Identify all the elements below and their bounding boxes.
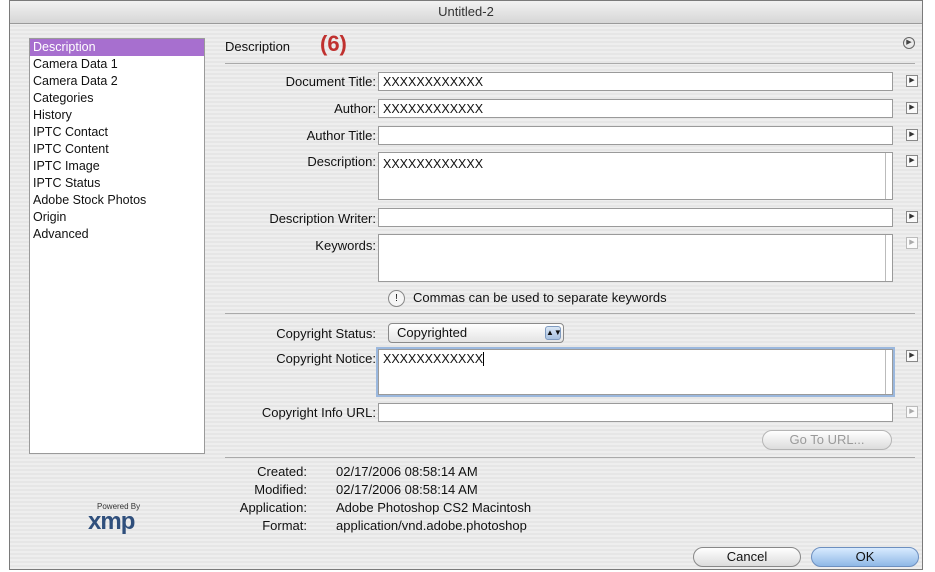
copyright-status-label: Copyright Status: xyxy=(276,326,376,341)
created-value: 02/17/2006 08:58:14 AM xyxy=(336,464,478,479)
format-value: application/vnd.adobe.photoshop xyxy=(336,518,527,533)
copyright-info-url-label: Copyright Info URL: xyxy=(261,405,376,420)
copyright-notice-field[interactable]: XXXXXXXXXXXX xyxy=(378,349,893,395)
sidebar-item-origin[interactable]: Origin xyxy=(30,209,204,226)
field-popup-arrow-icon[interactable]: ▶ xyxy=(906,350,918,362)
info-icon: ! xyxy=(388,290,405,308)
created-label: Created: xyxy=(257,464,307,479)
copyright-status-select[interactable]: Copyrighted ▲▼ xyxy=(388,323,564,343)
sidebar-item-iptc-image[interactable]: IPTC Image xyxy=(30,158,204,175)
document-title-field[interactable]: XXXXXXXXXXXX xyxy=(378,72,893,91)
application-value: Adobe Photoshop CS2 Macintosh xyxy=(336,500,532,515)
field-popup-arrow-icon[interactable]: ▶ xyxy=(906,211,918,223)
format-label: Format: xyxy=(262,518,307,533)
modified-label: Modified: xyxy=(254,482,307,497)
xmp-logo: xmp xyxy=(88,508,135,535)
keywords-hint-text: Commas can be used to separate keywords xyxy=(413,290,667,305)
field-popup-arrow-icon[interactable]: ▶ xyxy=(906,155,918,167)
field-popup-arrow-icon: ▶ xyxy=(906,406,918,418)
modified-value: 02/17/2006 08:58:14 AM xyxy=(336,482,478,497)
sidebar-item-camera-data-2[interactable]: Camera Data 2 xyxy=(30,73,204,90)
author-label: Author: xyxy=(334,101,376,116)
field-popup-arrow-icon[interactable]: ▶ xyxy=(906,102,918,114)
copyright-notice-value: XXXXXXXXXXXX xyxy=(383,352,484,366)
annotation-number: (6) xyxy=(320,31,347,56)
description-field[interactable]: XXXXXXXXXXXX xyxy=(378,152,893,200)
keywords-label: Keywords: xyxy=(315,238,376,253)
keywords-field[interactable] xyxy=(378,234,893,282)
application-label: Application: xyxy=(239,500,307,515)
description-label: Description: xyxy=(307,154,376,169)
cancel-button[interactable]: Cancel xyxy=(693,547,801,567)
file-info-dialog: Untitled-2 Description Camera Data 1 Cam… xyxy=(9,0,923,570)
sidebar-item-history[interactable]: History xyxy=(30,107,204,124)
description-value: XXXXXXXXXXXX xyxy=(383,157,484,171)
field-popup-arrow-icon[interactable]: ▶ xyxy=(906,129,918,141)
text-cursor xyxy=(483,352,485,366)
description-scrollbar[interactable] xyxy=(885,153,886,199)
sidebar-item-categories[interactable]: Categories xyxy=(30,90,204,107)
section-divider xyxy=(225,313,915,314)
copyright-info-url-field[interactable] xyxy=(378,403,893,422)
sidebar-item-camera-data-1[interactable]: Camera Data 1 xyxy=(30,56,204,73)
select-arrows-icon: ▲▼ xyxy=(545,326,562,340)
sidebar-item-iptc-status[interactable]: IPTC Status xyxy=(30,175,204,192)
sidebar-item-description[interactable]: Description xyxy=(30,39,204,56)
footer-divider xyxy=(225,457,915,458)
keywords-hint: ! Commas can be used to separate keywords xyxy=(388,290,667,308)
sidebar-item-iptc-contact[interactable]: IPTC Contact xyxy=(30,124,204,141)
description-writer-label: Description Writer: xyxy=(269,211,376,226)
author-title-label: Author Title: xyxy=(306,128,376,143)
copyright-notice-scrollbar[interactable] xyxy=(885,350,886,394)
panel-title: Description xyxy=(225,39,291,54)
sidebar-item-adobe-stock-photos[interactable]: Adobe Stock Photos xyxy=(30,192,204,209)
flyout-menu-icon[interactable]: ▶ xyxy=(903,37,915,49)
go-to-url-button[interactable]: Go To URL... xyxy=(762,430,892,450)
field-popup-arrow-icon[interactable]: ▶ xyxy=(906,75,918,87)
window-title: Untitled-2 xyxy=(10,1,922,24)
category-list[interactable]: Description Camera Data 1 Camera Data 2 … xyxy=(29,38,205,454)
header-divider xyxy=(225,63,915,64)
sidebar-item-advanced[interactable]: Advanced xyxy=(30,226,204,243)
copyright-status-value: Copyrighted xyxy=(397,325,468,340)
keywords-scrollbar[interactable] xyxy=(885,235,886,281)
author-title-field[interactable] xyxy=(378,126,893,145)
description-writer-field[interactable] xyxy=(378,208,893,227)
copyright-notice-label: Copyright Notice: xyxy=(276,351,376,366)
field-popup-arrow-icon: ▶ xyxy=(906,237,918,249)
sidebar-item-iptc-content[interactable]: IPTC Content xyxy=(30,141,204,158)
ok-button[interactable]: OK xyxy=(811,547,919,567)
author-field[interactable]: XXXXXXXXXXXX xyxy=(378,99,893,118)
document-title-label: Document Title: xyxy=(285,74,376,89)
